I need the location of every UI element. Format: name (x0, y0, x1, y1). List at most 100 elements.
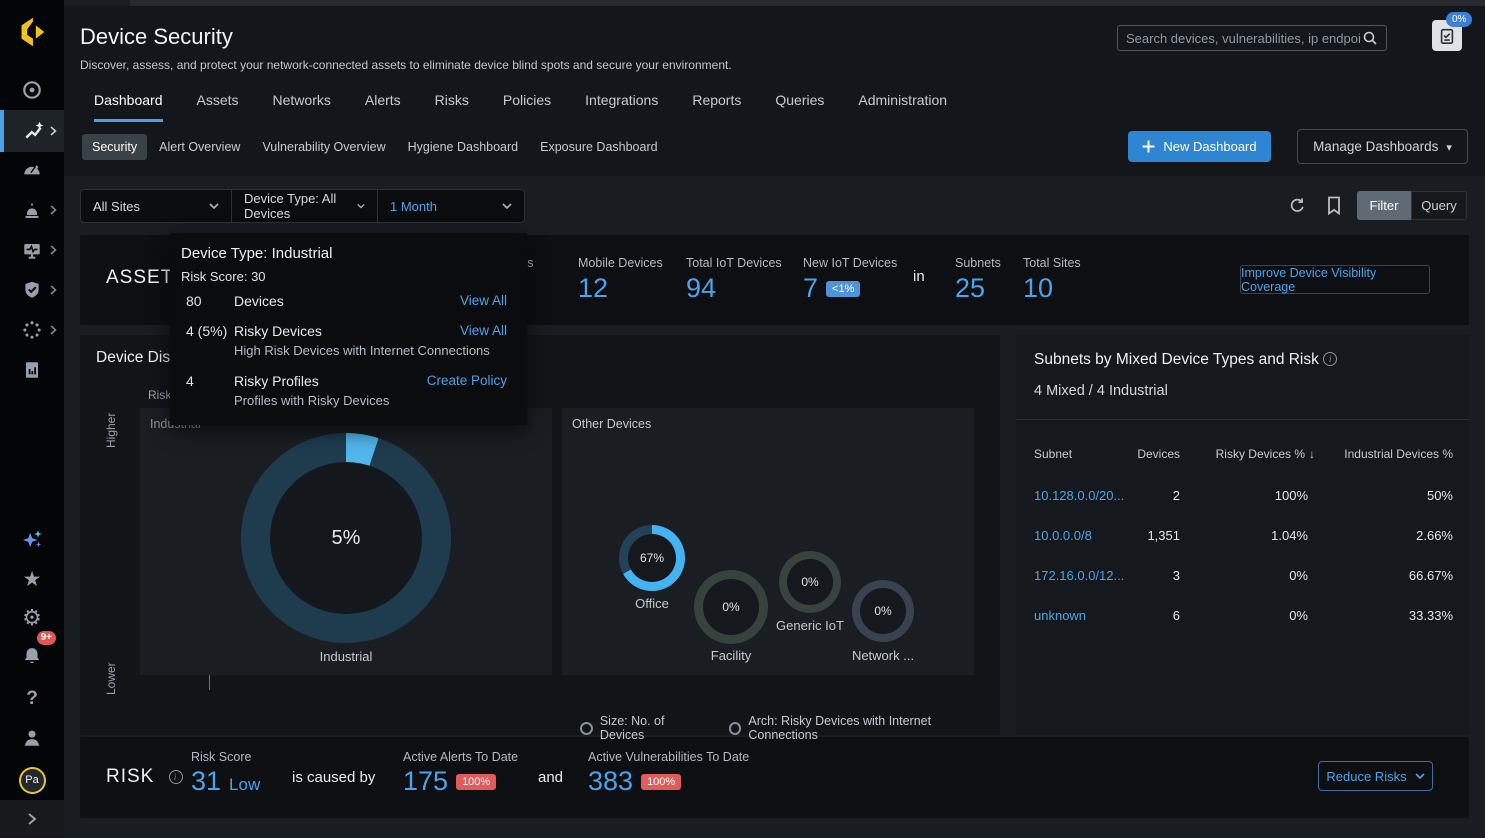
cell-industrial: 33.33% (1409, 608, 1453, 623)
sidebar-item-discovery[interactable] (0, 312, 64, 348)
sidebar-item-radar[interactable] (0, 72, 64, 108)
query-mode-button[interactable]: Query (1411, 191, 1467, 220)
tab-integrations[interactable]: Integrations (585, 92, 658, 122)
improve-visibility-button[interactable]: Improve Device Visibility Coverage (1240, 265, 1430, 294)
tab-reports[interactable]: Reports (692, 92, 741, 122)
risk-title: RISK (106, 766, 183, 788)
sidebar-item-account[interactable]: Pa (0, 762, 64, 798)
reduce-risks-button[interactable]: Reduce Risks (1318, 761, 1433, 791)
site-filter-value: All Sites (93, 199, 140, 214)
create-policy-link[interactable]: Create Policy (427, 373, 507, 388)
subnet-link[interactable]: unknown (1034, 608, 1086, 623)
sidebar-item-insights-active[interactable] (0, 110, 64, 152)
radio-arch-option[interactable]: Arch: Risky Devices with Internet Connec… (729, 714, 1000, 742)
stat-new-iot-devices[interactable]: New IoT Devices 7 <1% (803, 256, 897, 304)
app-logo[interactable] (0, 12, 64, 52)
tab-queries[interactable]: Queries (775, 92, 824, 122)
risk-score-label: Risk Score (191, 750, 260, 764)
cell-risky: 0% (1289, 568, 1308, 583)
sidebar-item-settings[interactable] (0, 600, 64, 636)
alerts-value: 175 (403, 766, 448, 797)
page-subtitle: Discover, assess, and protect your netwo… (80, 58, 732, 72)
sidebar-item-user[interactable] (0, 720, 64, 756)
expand-chevron-icon (26, 812, 38, 826)
subtab-alert-overview[interactable]: Alert Overview (149, 134, 250, 160)
stat-label: Total IoT Devices (686, 256, 782, 270)
sidebar-item-compliance[interactable] (0, 272, 64, 308)
radio-icon (580, 722, 593, 735)
stat-value: 10 (1023, 273, 1081, 304)
subnet-link[interactable]: 10.0.0.0/8 (1034, 528, 1092, 543)
search-input[interactable] (1126, 31, 1362, 46)
tab-alerts[interactable]: Alerts (365, 92, 401, 122)
facility-donut-chart[interactable]: 0% (694, 570, 768, 644)
manage-dashboards-button[interactable]: Manage Dashboards (1297, 129, 1468, 164)
generic-iot-donut-chart[interactable]: 0% (779, 551, 841, 613)
sidebar-item-alerts[interactable] (0, 192, 64, 228)
subtab-exposure-dashboard[interactable]: Exposure Dashboard (530, 134, 667, 160)
tab-policies[interactable]: Policies (503, 92, 551, 122)
new-dashboard-button[interactable]: New Dashboard (1128, 131, 1271, 162)
sidebar-expand[interactable] (0, 800, 64, 838)
notification-badge: 9+ (37, 631, 56, 645)
filter-mode-button[interactable]: Filter (1357, 191, 1411, 220)
tab-dashboard[interactable]: Dashboard (94, 92, 163, 122)
ai-sparkles-icon (20, 528, 44, 552)
subnet-link[interactable]: 172.16.0.0/12... (1034, 568, 1124, 583)
col-industrial-devices[interactable]: Industrial Devices % (1344, 447, 1453, 461)
view-all-link[interactable]: View All (460, 323, 507, 338)
info-icon[interactable] (1323, 352, 1337, 366)
axis-higher-label: Higher (104, 388, 118, 448)
stat-mobile-devices[interactable]: Mobile Devices 12 (578, 256, 663, 304)
industrial-donut-chart[interactable]: 5% (241, 433, 451, 643)
tab-administration[interactable]: Administration (858, 92, 947, 122)
global-search[interactable] (1117, 25, 1387, 51)
person-icon (21, 727, 43, 749)
industrial-donut-caption: Industrial (296, 649, 396, 664)
active-alerts-stat[interactable]: Active Alerts To Date 175 100% (403, 750, 518, 797)
active-vulnerabilities-stat[interactable]: Active Vulnerabilities To Date 383 100% (588, 750, 749, 797)
col-subnet[interactable]: Subnet (1034, 447, 1072, 461)
help-icon (26, 688, 38, 710)
chevron-right-icon (50, 325, 57, 335)
device-type-filter-dropdown[interactable]: Device Type: All Devices (232, 190, 378, 222)
connector-text: in (913, 268, 925, 285)
stat-label: New IoT Devices (803, 256, 897, 270)
sidebar-item-monitoring[interactable] (0, 232, 64, 268)
col-devices[interactable]: Devices (1137, 447, 1180, 461)
col-risky-devices-sorted[interactable]: Risky Devices % (1216, 447, 1315, 461)
tab-assets[interactable]: Assets (197, 92, 239, 122)
site-filter-dropdown[interactable]: All Sites (81, 190, 232, 222)
plus-icon (1142, 140, 1155, 153)
sidebar-item-ai[interactable] (0, 522, 64, 558)
stat-subnets[interactable]: Subnets 25 (955, 256, 1001, 304)
logo-icon (13, 13, 51, 51)
bookmark-button[interactable] (1326, 196, 1342, 220)
stat-total-iot-devices[interactable]: Total IoT Devices 94 (686, 256, 782, 304)
stat-label: Total Sites (1023, 256, 1081, 270)
info-icon[interactable] (169, 770, 183, 784)
main-nav-tabs: Dashboard Assets Networks Alerts Risks P… (94, 92, 947, 122)
radio-size-option[interactable]: Size: No. of Devices (580, 714, 711, 742)
sidebar-item-gauge[interactable] (0, 152, 64, 188)
office-donut-chart[interactable]: 67% (619, 525, 685, 591)
subtab-security[interactable]: Security (82, 134, 147, 160)
sidebar-item-help[interactable] (0, 681, 64, 717)
search-icon[interactable] (1362, 30, 1378, 46)
network-donut-chart[interactable]: 0% (852, 580, 914, 642)
subtab-vulnerability-overview[interactable]: Vulnerability Overview (252, 134, 395, 160)
subnet-link[interactable]: 10.128.0.0/20... (1034, 488, 1124, 503)
time-range-dropdown[interactable]: 1 Month (378, 190, 524, 222)
page-header: Device Security Discover, assess, and pr… (64, 6, 1485, 176)
chevron-down-icon (209, 203, 219, 209)
view-all-link[interactable]: View All (460, 293, 507, 308)
sidebar-item-reports[interactable] (0, 352, 64, 388)
tab-risks[interactable]: Risks (435, 92, 469, 122)
subtab-hygiene-dashboard[interactable]: Hygiene Dashboard (398, 134, 529, 160)
stat-total-sites[interactable]: Total Sites 10 (1023, 256, 1081, 304)
cell-industrial: 50% (1427, 488, 1453, 503)
refresh-button[interactable] (1288, 196, 1307, 220)
sidebar-item-favorites[interactable] (0, 561, 64, 597)
tab-networks[interactable]: Networks (273, 92, 331, 122)
sidebar-item-notifications[interactable]: 9+ (0, 638, 64, 674)
